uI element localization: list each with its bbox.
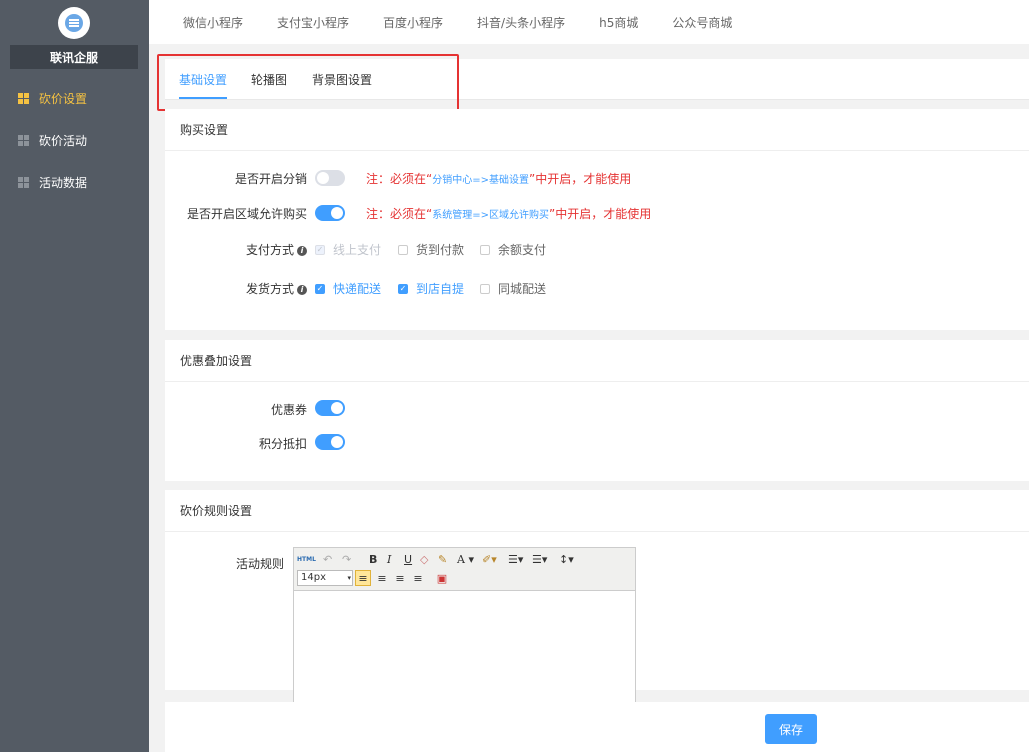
align-left-icon[interactable]: ≡: [355, 570, 371, 586]
highlight-color-icon[interactable]: ✐▾: [482, 551, 497, 567]
distribution-switch[interactable]: [315, 170, 345, 186]
sidebar-item-bargain-activity[interactable]: 砍价活动: [0, 125, 149, 155]
topnav-baidu-miniprogram[interactable]: 百度小程序: [383, 14, 443, 31]
bold-icon[interactable]: B: [369, 551, 377, 567]
save-button[interactable]: 保存: [765, 714, 817, 744]
align-justify-icon[interactable]: ≡: [410, 570, 426, 586]
eraser-icon[interactable]: ◇: [420, 551, 428, 567]
sidebar-item-label: 砍价设置: [39, 91, 88, 106]
card-title: 购买设置: [165, 109, 1029, 151]
bottom-bar: [165, 702, 1029, 752]
region-label: 是否开启区域允许购买: [186, 207, 307, 221]
ship-option-pickup[interactable]: ✓ 到店自提: [398, 280, 464, 297]
align-center-icon[interactable]: ≡: [374, 570, 390, 586]
unordered-list-icon[interactable]: ☰▾: [532, 551, 547, 567]
italic-icon[interactable]: I: [387, 551, 391, 567]
card-title: 砍价规则设置: [165, 490, 1029, 532]
editor-toolbar: HTML ↶ ↷ B I U ◇ ✎ A ▾ ✐▾ ☰▾ ☰▾ ↕▾ 14px ▾…: [294, 548, 635, 591]
ship-option-express[interactable]: ✓ 快递配送: [315, 280, 381, 297]
coupon-label: 优惠券: [270, 403, 307, 417]
checkbox-checked-disabled: ✓: [315, 244, 325, 255]
underline-icon[interactable]: U: [404, 551, 412, 567]
html-source-icon[interactable]: HTML: [297, 551, 316, 567]
line-height-icon[interactable]: ↕▾: [559, 551, 574, 567]
sidebar-item-label: 活动数据: [39, 175, 88, 190]
sidebar-item-activity-data[interactable]: 活动数据: [0, 167, 149, 197]
rules-label: 活动规则: [235, 557, 284, 571]
ordered-list-icon[interactable]: ☰▾: [508, 551, 523, 567]
region-switch[interactable]: [315, 205, 345, 221]
checkbox: [398, 244, 408, 255]
logo-icon: [65, 14, 83, 32]
checkbox-checked: ✓: [398, 283, 408, 294]
ship-label: 发货方式 i: [246, 280, 307, 297]
redo-icon[interactable]: ↷: [342, 551, 351, 567]
pay-label: 支付方式 i: [246, 241, 307, 258]
region-note: 注：必须在“系统管理=>区域允许购买”中开启，才能使用: [366, 207, 652, 221]
distribution-note-link: 分销中心=>基础设置: [432, 175, 529, 186]
card-title: 优惠叠加设置: [165, 340, 1029, 382]
points-label: 积分抵扣: [258, 437, 307, 451]
points-switch[interactable]: [315, 434, 345, 450]
sidebar: 联讯企服 砍价设置 砍价活动 活动数据: [0, 0, 149, 752]
coupon-switch[interactable]: [315, 400, 345, 416]
distribution-label-wrap: 是否开启分销: [165, 168, 307, 186]
topnav-douyin-miniprogram[interactable]: 抖音/头条小程序: [477, 14, 565, 31]
checkbox: [480, 244, 490, 255]
checkbox-checked: ✓: [315, 283, 325, 294]
info-icon: i: [297, 245, 307, 256]
font-color-icon[interactable]: A ▾: [457, 551, 474, 567]
rules-label-wrap: 活动规则: [165, 554, 284, 571]
logo: [58, 7, 90, 39]
undo-icon[interactable]: ↶: [323, 551, 332, 567]
topnav-official-account-mall[interactable]: 公众号商城: [672, 14, 732, 31]
font-size-select[interactable]: 14px ▾: [297, 570, 353, 586]
sidebar-item-bargain-settings[interactable]: 砍价设置: [0, 83, 149, 113]
ship-label-wrap: 发货方式 i: [165, 279, 307, 297]
highlight-box: [157, 54, 459, 111]
sidebar-item-label: 砍价活动: [39, 133, 88, 148]
region-label-wrap: 是否开启区域允许购买: [165, 203, 307, 221]
topnav-wechat-miniprogram[interactable]: 微信小程序: [183, 14, 243, 31]
distribution-note: 注：必须在“分销中心=>基础设置”中开启，才能使用: [366, 172, 632, 186]
checkbox: [480, 283, 490, 294]
brand-name: 联讯企服: [10, 45, 138, 69]
format-brush-icon[interactable]: ✎: [438, 551, 447, 567]
grid-icon: [18, 176, 29, 188]
pay-label-wrap: 支付方式 i: [165, 240, 307, 258]
topnav-h5-mall[interactable]: h5商城: [599, 14, 638, 31]
image-icon[interactable]: ▣: [435, 570, 449, 586]
top-navigation: 微信小程序 支付宝小程序 百度小程序 抖音/头条小程序 h5商城 公众号商城: [149, 0, 1029, 44]
distribution-label: 是否开启分销: [234, 172, 307, 186]
align-right-icon[interactable]: ≡: [392, 570, 408, 586]
ship-option-local[interactable]: 同城配送: [480, 280, 546, 297]
pay-option-balance[interactable]: 余额支付: [480, 241, 546, 258]
info-icon: i: [297, 284, 307, 295]
topnav-alipay-miniprogram[interactable]: 支付宝小程序: [277, 14, 349, 31]
region-note-link: 系统管理=>区域允许购买: [432, 210, 549, 221]
grid-icon: [18, 134, 29, 146]
points-label-wrap: 积分抵扣: [165, 433, 307, 451]
chevron-down-icon: ▾: [347, 574, 351, 582]
grid-icon: [18, 92, 29, 104]
pay-option-online[interactable]: ✓ 线上支付: [315, 241, 381, 258]
coupon-label-wrap: 优惠券: [165, 399, 307, 417]
pay-option-cod[interactable]: 货到付款: [398, 241, 464, 258]
